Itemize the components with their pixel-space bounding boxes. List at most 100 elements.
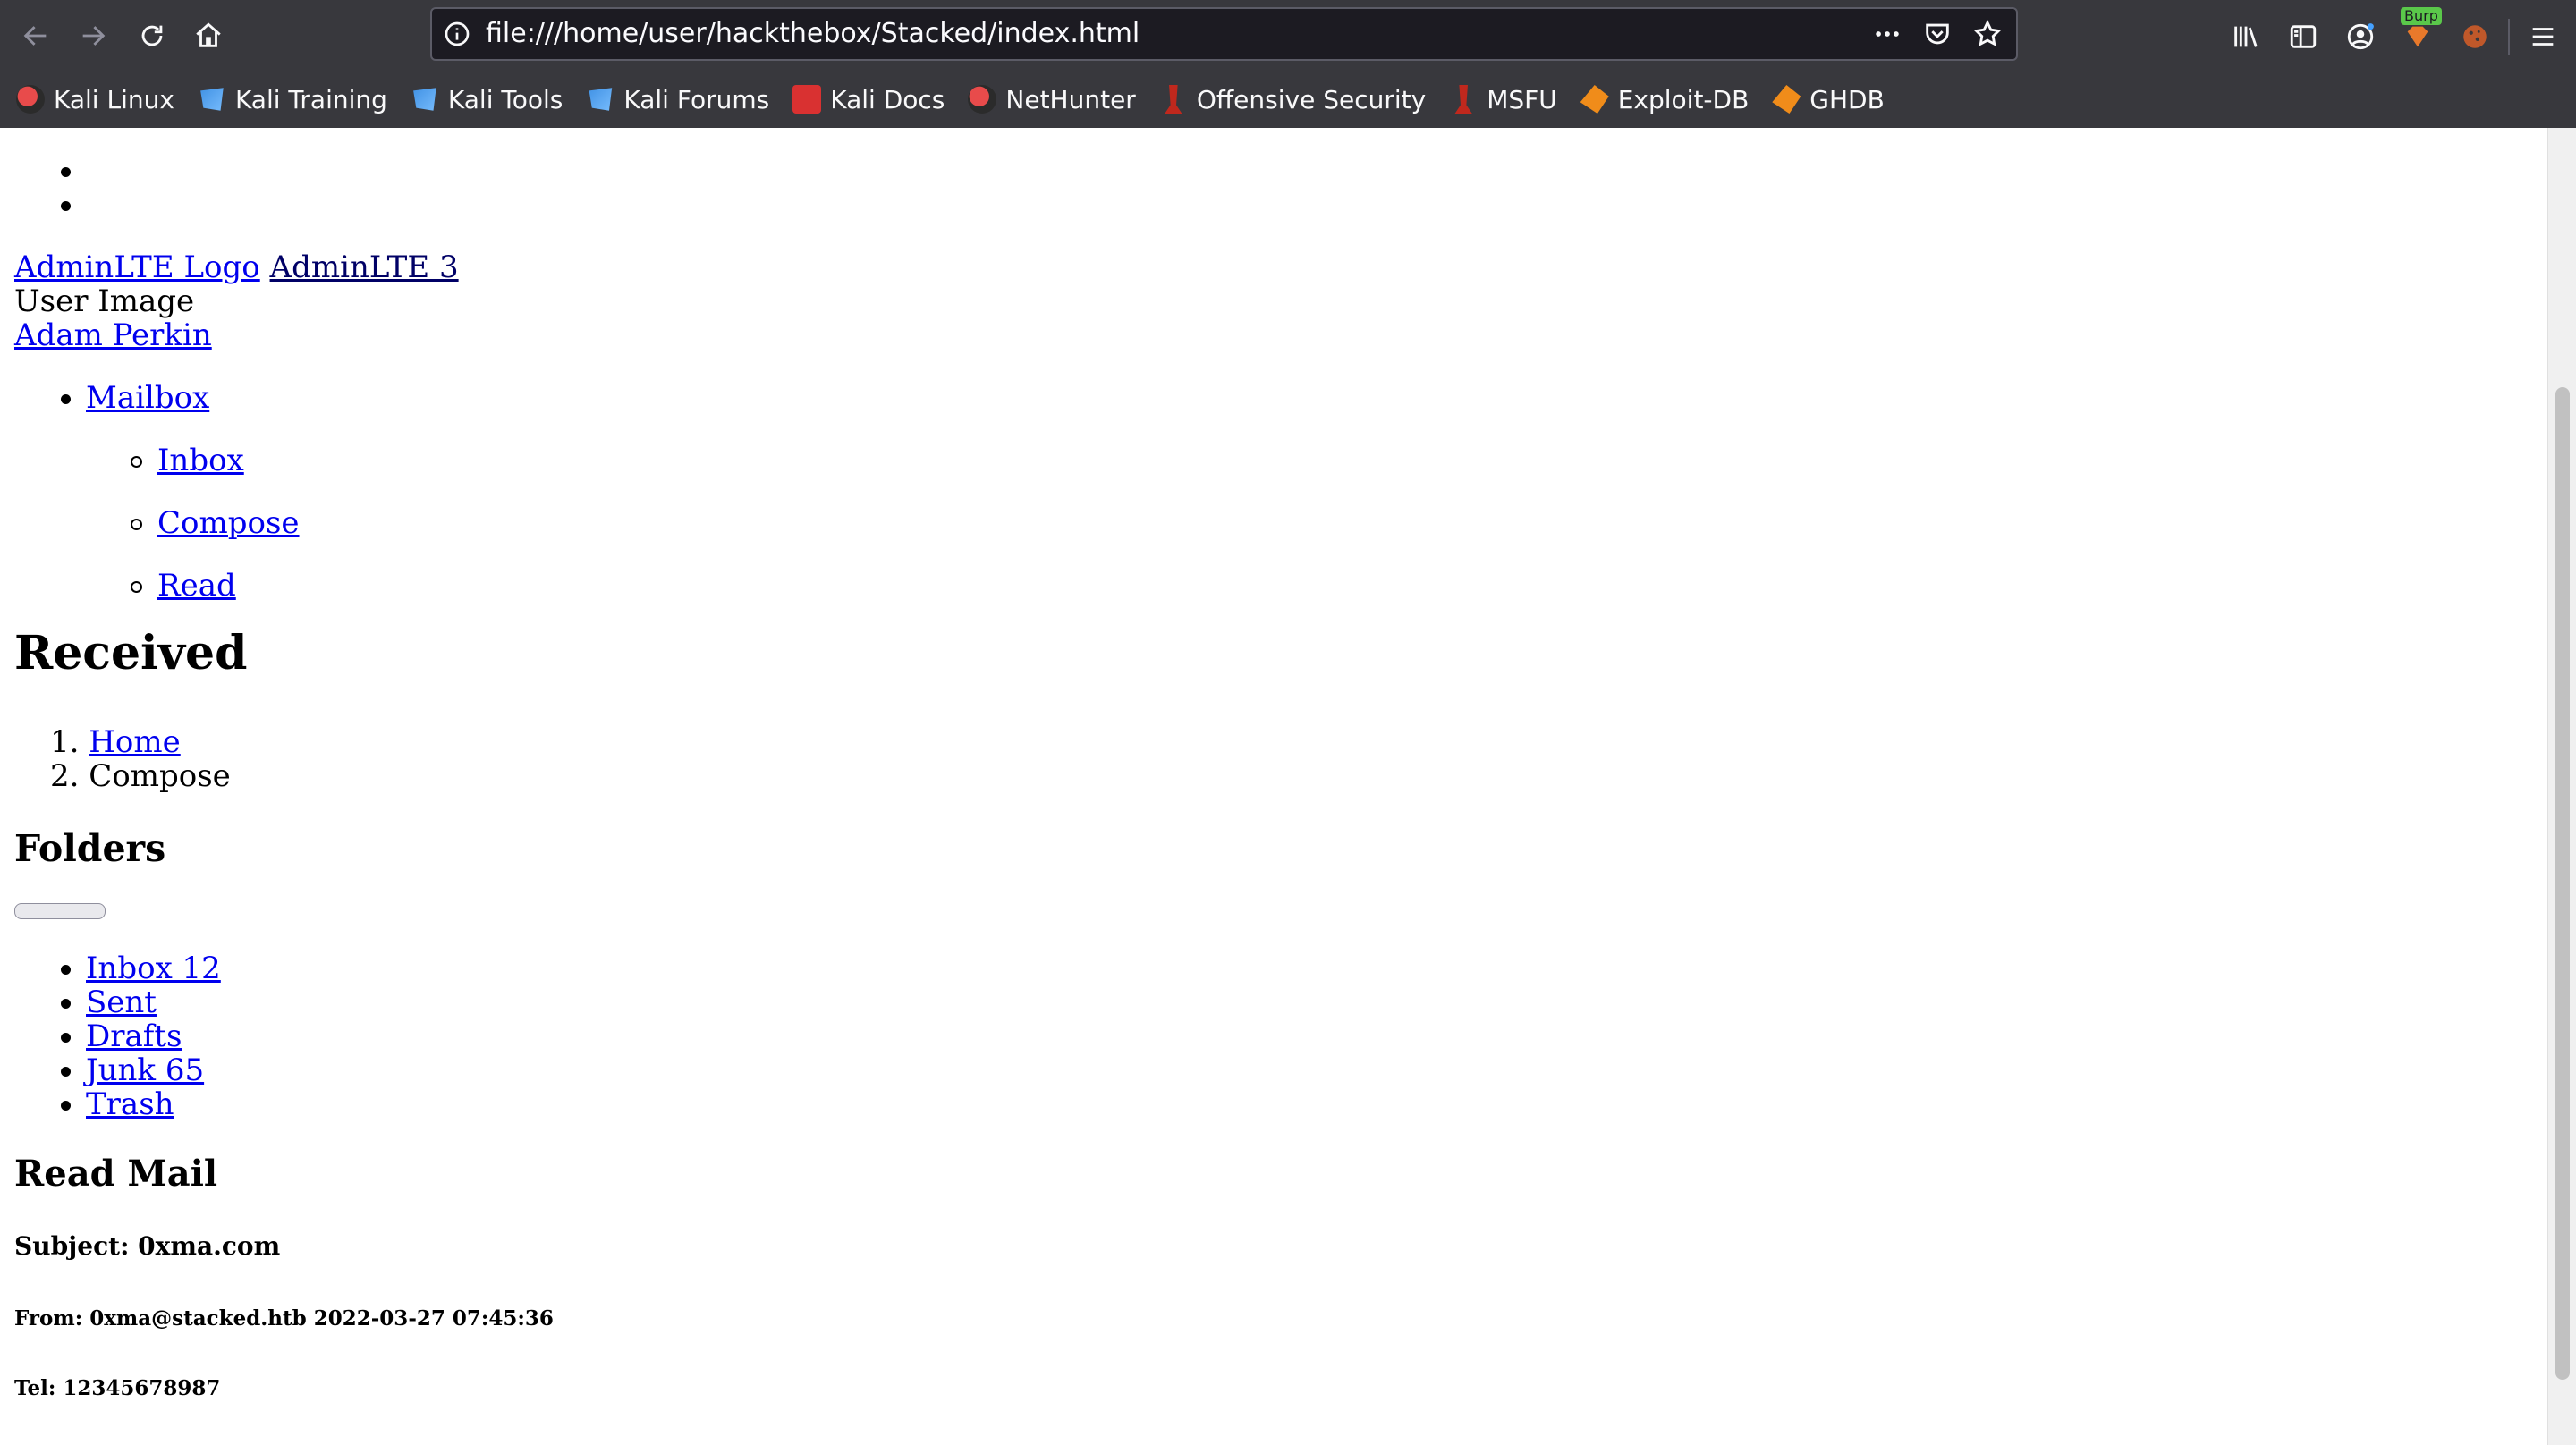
bookmark-label: Kali Forums [623, 84, 770, 114]
home-button[interactable] [185, 13, 232, 59]
bookmark-label: Kali Docs [830, 84, 945, 114]
account-icon [2347, 23, 2374, 50]
nav-inbox[interactable]: Inbox [157, 443, 244, 478]
account-button[interactable] [2336, 13, 2385, 61]
bookmark-label: Offensive Security [1196, 84, 1427, 114]
breadcrumb-number: 1. [50, 724, 80, 760]
bookmark-ghdb[interactable]: GHDB [1772, 85, 1885, 114]
cookie-extension-button[interactable] [2451, 13, 2499, 61]
home-icon [196, 22, 221, 47]
folder-drafts[interactable]: Drafts [86, 1018, 182, 1054]
breadcrumb-compose: Compose [89, 758, 231, 794]
sidebar-icon [2290, 25, 2317, 48]
brand-logo[interactable]: AdminLTE Logo [14, 249, 260, 285]
sidebar-button[interactable] [2279, 13, 2327, 61]
pocket-icon [1926, 23, 1949, 45]
list-bullet [131, 519, 142, 530]
kali-dragon-icon [968, 85, 997, 114]
mail-from: From: 0xma@stacked.htb 2022-03-27 07:45:… [14, 1306, 554, 1331]
page-actions-button[interactable] [1869, 16, 1905, 52]
empty-nav-bullet [61, 201, 71, 211]
page-content: AdminLTE Logo AdminLTE 3 User Image Adam… [0, 128, 2547, 1445]
bookmark-exploit-db[interactable]: Exploit-DB [1580, 84, 1750, 114]
cookie-icon [2463, 25, 2487, 48]
bookmark-offensive-security[interactable]: Offensive Security [1159, 85, 1426, 114]
breadcrumb-current: 2. Compose [50, 758, 231, 794]
bookmark-label: Exploit-DB [1617, 84, 1750, 114]
offsec-icon [1454, 85, 1472, 114]
list-bullet [131, 456, 142, 468]
library-button[interactable] [2222, 13, 2270, 61]
bookmark-kali-docs[interactable]: Kali Docs [792, 85, 945, 114]
user-image: User Image [14, 283, 195, 319]
brand-name[interactable]: AdminLTE 3 [270, 249, 459, 285]
bookmark-kali-tools[interactable]: Kali Tools [411, 85, 563, 114]
exploit-db-icon [1772, 85, 1801, 114]
back-button[interactable] [13, 13, 59, 59]
brand-link[interactable]: AdminLTE Logo AdminLTE 3 [14, 249, 459, 285]
folder-junk[interactable]: Junk 65 [86, 1052, 204, 1088]
more-dots-icon [1876, 31, 1899, 37]
bookmark-nethunter[interactable]: NetHunter [968, 84, 1136, 114]
reload-icon [141, 25, 163, 46]
breadcrumb-number: 2. [50, 758, 80, 794]
empty-nav-bullet [61, 167, 71, 177]
forward-button[interactable] [70, 13, 116, 59]
kali-docs-icon [792, 85, 822, 114]
kali-tools-icon [200, 88, 224, 111]
star-icon [1973, 19, 2002, 46]
foxyproxy-icon [2407, 26, 2428, 47]
read-mail-title: Read Mail [14, 1153, 218, 1195]
bookmarks-toolbar: Kali Linux Kali Training Kali Tools Kali… [0, 76, 2576, 123]
bookmark-kali-linux[interactable]: Kali Linux [16, 85, 174, 114]
breadcrumb-home[interactable]: Home [89, 724, 180, 760]
url-text[interactable]: file:///home/user/hackthebox/Stacked/ind… [486, 9, 1140, 59]
url-bar[interactable]: file:///home/user/hackthebox/Stacked/ind… [430, 7, 2018, 61]
back-arrow-icon [23, 26, 47, 46]
forward-arrow-icon [82, 26, 106, 46]
bookmark-label: Kali Linux [54, 84, 174, 114]
offsec-icon [1165, 85, 1182, 114]
folders-title: Folders [14, 827, 166, 870]
exploit-db-icon [1580, 85, 1609, 114]
folder-inbox[interactable]: Inbox 12 [86, 951, 221, 986]
bookmark-kali-training[interactable]: Kali Training [198, 85, 387, 114]
bookmark-kali-forums[interactable]: Kali Forums [586, 85, 769, 114]
list-bullet [131, 581, 142, 593]
bookmark-label: GHDB [1809, 84, 1885, 114]
mail-subject: Subject: 0xma.com [14, 1231, 281, 1261]
nav-compose[interactable]: Compose [157, 505, 300, 541]
toolbar-separator [2508, 19, 2510, 55]
burp-badge: Burp [2401, 7, 2442, 25]
mail-tel: Tel: 12345678987 [14, 1376, 221, 1400]
nav-read[interactable]: Read [157, 568, 236, 604]
bookmark-label: NetHunter [1005, 84, 1136, 114]
nav-mailbox[interactable]: Mailbox [86, 380, 209, 416]
bookmark-msfu[interactable]: MSFU [1449, 85, 1557, 114]
breadcrumb: 1. Home [50, 724, 181, 760]
page-title: Received [14, 626, 248, 680]
info-icon[interactable] [443, 20, 471, 48]
burp-extension-button[interactable]: Burp [2394, 7, 2442, 61]
list-bullet [61, 999, 71, 1009]
bookmark-label: MSFU [1487, 84, 1557, 114]
library-icon [2234, 26, 2258, 47]
list-bullet [61, 394, 71, 404]
folder-trash[interactable]: Trash [86, 1086, 174, 1122]
hamburger-menu-icon [2532, 28, 2554, 46]
collapse-button[interactable] [14, 903, 106, 919]
bookmark-label: Kali Tools [447, 84, 564, 114]
scrollbar-thumb[interactable] [2555, 387, 2570, 1380]
menu-button[interactable] [2519, 13, 2567, 61]
page-scrollbar[interactable] [2547, 128, 2576, 1445]
reload-button[interactable] [129, 13, 175, 59]
kali-dragon-icon [16, 85, 45, 114]
browser-toolbar: file:///home/user/hackthebox/Stacked/ind… [0, 0, 2576, 72]
kali-tools-icon [413, 88, 436, 111]
list-bullet [61, 965, 71, 975]
bookmark-star-button[interactable] [1970, 16, 2005, 52]
pocket-button[interactable] [1919, 16, 1955, 52]
list-bullet [61, 1101, 71, 1111]
folder-sent[interactable]: Sent [86, 984, 157, 1020]
user-name-link[interactable]: Adam Perkin [14, 317, 212, 353]
